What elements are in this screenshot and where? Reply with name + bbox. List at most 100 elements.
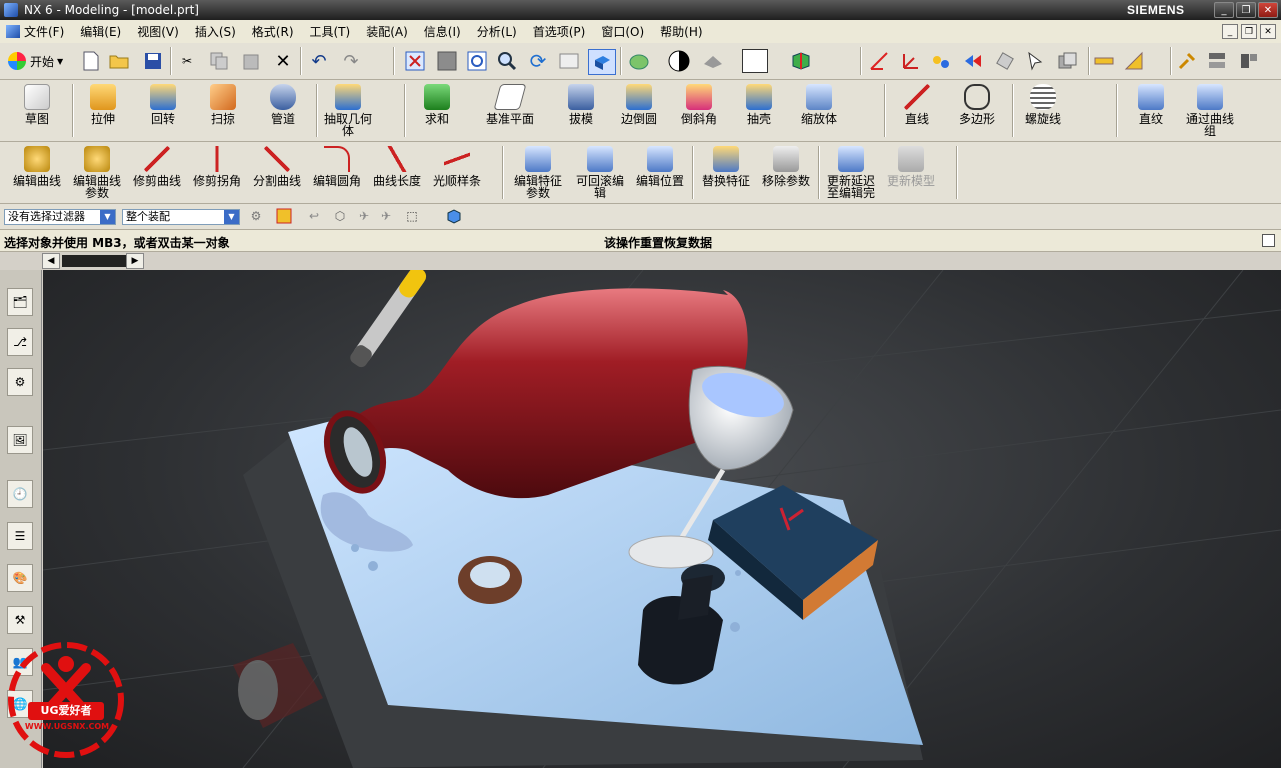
palette-icon[interactable]: 🎨 xyxy=(7,564,33,592)
menu-tools[interactable]: 工具(T) xyxy=(302,23,359,40)
sweep-button[interactable]: 扫掠 xyxy=(200,80,246,125)
delete-icon[interactable]: ✕ xyxy=(272,50,294,72)
snap-icon[interactable] xyxy=(962,50,984,72)
menu-information[interactable]: 信息(I) xyxy=(416,23,469,40)
measure-icon[interactable] xyxy=(1123,50,1145,72)
ruled-button[interactable]: 直纹 xyxy=(1128,80,1174,125)
component-icon[interactable] xyxy=(1206,50,1228,72)
scroll-right-button[interactable]: ▶ xyxy=(126,253,144,269)
through-curves-button[interactable]: 通过曲线 组 xyxy=(1180,80,1240,137)
tube-button[interactable]: 管道 xyxy=(260,80,306,125)
curve-length-button[interactable]: 曲线长度 xyxy=(368,142,426,187)
constraint-navigator-icon[interactable]: ⎇ xyxy=(7,328,33,356)
reuse-library-icon[interactable]: 🖼 xyxy=(7,426,33,454)
edit-position-button[interactable]: 编辑位置 xyxy=(630,142,690,187)
mdi-close-button[interactable]: ✕ xyxy=(1260,24,1276,39)
view-orient-icon[interactable] xyxy=(790,50,812,72)
undo-icon[interactable]: ↶ xyxy=(308,50,330,72)
paste-icon[interactable] xyxy=(240,50,262,72)
menu-edit[interactable]: 编辑(E) xyxy=(72,23,129,40)
cut-icon[interactable]: ✂ xyxy=(176,50,198,72)
minimize-button[interactable]: _ xyxy=(1214,2,1234,18)
tab-scroll-track[interactable] xyxy=(62,255,126,267)
sketch-button[interactable]: 草图 xyxy=(12,80,62,125)
assembly-icon[interactable] xyxy=(1176,50,1198,72)
divide-curve-button[interactable]: 分割曲线 xyxy=(248,142,306,187)
extrude-button[interactable]: 拉伸 xyxy=(80,80,126,125)
close-button[interactable]: ✕ xyxy=(1258,2,1278,18)
zoom-window-icon[interactable] xyxy=(436,50,458,72)
hide-icon[interactable] xyxy=(1056,50,1078,72)
menu-window[interactable]: 窗口(O) xyxy=(593,23,652,40)
datum-csys-icon[interactable] xyxy=(900,50,922,72)
mdi-minimize-button[interactable]: _ xyxy=(1222,24,1238,39)
menu-view[interactable]: 视图(V) xyxy=(129,23,187,40)
menu-insert[interactable]: 插入(S) xyxy=(187,23,244,40)
selection-scope-dropdown[interactable]: 整个装配 ▼ xyxy=(122,209,240,225)
point-icon[interactable] xyxy=(868,50,890,72)
history-icon[interactable]: 🕘 xyxy=(7,480,33,508)
shell-button[interactable]: 抽壳 xyxy=(736,80,782,125)
full-screen-icon[interactable] xyxy=(1262,234,1275,247)
body-rule-icon[interactable]: ✈ xyxy=(376,206,396,226)
unite-button[interactable]: 求和 xyxy=(412,80,462,125)
new-icon[interactable] xyxy=(80,50,102,72)
render-style-icon[interactable] xyxy=(628,50,650,72)
helix-button[interactable]: 螺旋线 xyxy=(1020,80,1066,125)
extract-geometry-button[interactable]: 抽取几何 体 xyxy=(320,80,376,137)
pan-icon[interactable] xyxy=(558,50,580,72)
trim-corner-button[interactable]: 修剪拐角 xyxy=(188,142,246,187)
color-icon[interactable] xyxy=(668,50,690,72)
revolve-button[interactable]: 回转 xyxy=(140,80,186,125)
redo-icon[interactable]: ↷ xyxy=(340,50,362,72)
rollback-edit-button[interactable]: 可回滚编 辑 xyxy=(570,142,630,199)
save-icon[interactable] xyxy=(142,50,164,72)
remove-params-button[interactable]: 移除参数 xyxy=(756,142,816,187)
smooth-spline-button[interactable]: 光顺样条 xyxy=(428,142,486,187)
part-navigator-icon[interactable]: ⚙ xyxy=(7,368,33,396)
draft-button[interactable]: 拔模 xyxy=(558,80,604,125)
transform-icon[interactable] xyxy=(994,50,1016,72)
menu-analysis[interactable]: 分析(L) xyxy=(469,23,525,40)
feature-rule-icon[interactable]: ✈ xyxy=(354,206,374,226)
type-filter-dropdown[interactable]: 没有选择过滤器 ▼ xyxy=(4,209,116,225)
graphics-viewport[interactable] xyxy=(43,270,1281,768)
wcs-icon[interactable] xyxy=(702,50,724,72)
filter-settings-icon[interactable]: ⚙ xyxy=(246,206,266,226)
snap-point-icon[interactable] xyxy=(274,206,294,226)
measure-distance-icon[interactable] xyxy=(1093,50,1115,72)
delay-update-button[interactable]: 更新延迟 至编辑完 xyxy=(820,142,882,199)
zoom-box-icon[interactable] xyxy=(466,50,488,72)
system-materials-icon[interactable]: ☰ xyxy=(7,522,33,550)
restore-button[interactable]: ❐ xyxy=(1236,2,1256,18)
polygon-button[interactable]: 多边形 xyxy=(952,80,1002,125)
line-button[interactable]: 直线 xyxy=(894,80,940,125)
face-rule-icon[interactable]: ⬡ xyxy=(330,206,350,226)
select-icon[interactable] xyxy=(1024,50,1046,72)
curve-rule-icon[interactable]: ↩ xyxy=(304,206,324,226)
trim-curve-button[interactable]: 修剪曲线 xyxy=(128,142,186,187)
selection-cube-icon[interactable] xyxy=(444,206,464,226)
menu-format[interactable]: 格式(R) xyxy=(244,23,302,40)
scroll-left-button[interactable]: ◀ xyxy=(42,253,60,269)
datum-plane-button[interactable]: 基准平面 xyxy=(480,80,540,125)
menu-assemblies[interactable]: 装配(A) xyxy=(358,23,416,40)
replace-feature-button[interactable]: 替换特征 xyxy=(696,142,756,187)
copy-icon[interactable] xyxy=(208,50,230,72)
edit-feature-params-button[interactable]: 编辑特征 参数 xyxy=(508,142,568,199)
rotate-icon[interactable]: ⟳ xyxy=(527,49,549,73)
edit-curve-params-button[interactable]: 编辑曲线 参数 xyxy=(68,142,126,199)
rectangle-select-icon[interactable]: ⬚ xyxy=(402,206,422,226)
assembly-navigator-icon[interactable]: 🗂 xyxy=(7,288,33,316)
chamfer-button[interactable]: 倒斜角 xyxy=(676,80,722,125)
mdi-restore-button[interactable]: ❐ xyxy=(1241,24,1257,39)
reference-set-icon[interactable] xyxy=(1238,50,1260,72)
edge-blend-button[interactable]: 边倒圆 xyxy=(616,80,662,125)
background-color-icon[interactable] xyxy=(742,49,768,73)
edit-curve-button[interactable]: 编辑曲线 xyxy=(8,142,66,187)
zoom-icon[interactable] xyxy=(496,50,518,72)
menu-preferences[interactable]: 首选项(P) xyxy=(525,23,594,40)
fit-icon[interactable] xyxy=(404,50,426,72)
scale-body-button[interactable]: 缩放体 xyxy=(796,80,842,125)
start-button[interactable]: 开始 ▼ xyxy=(8,52,63,70)
